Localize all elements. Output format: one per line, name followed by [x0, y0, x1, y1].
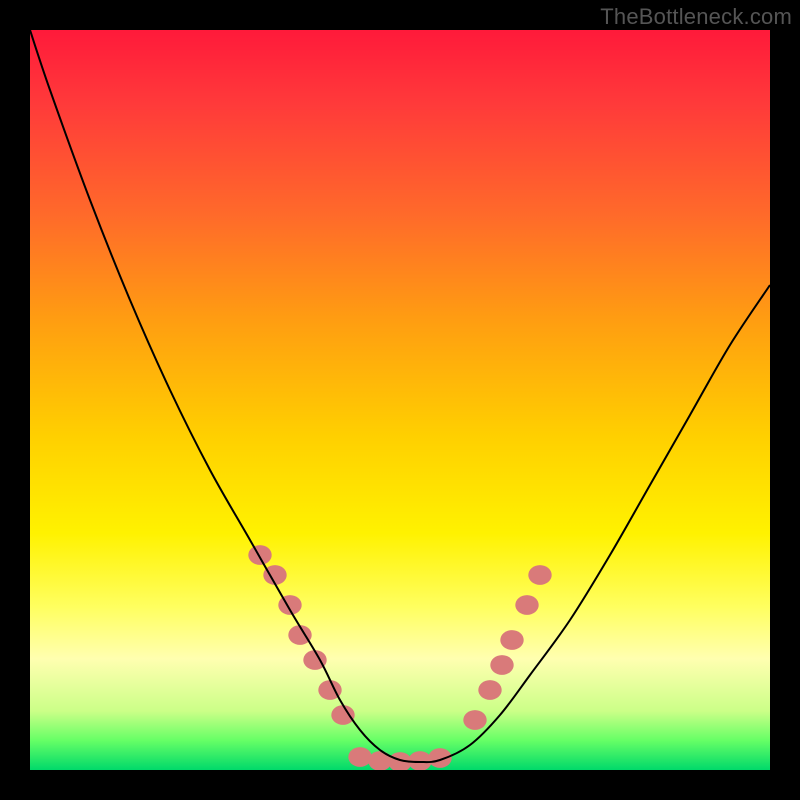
watermark-text: TheBottleneck.com — [600, 4, 792, 30]
data-marker — [248, 545, 271, 565]
data-marker — [478, 680, 501, 700]
data-marker — [331, 705, 354, 725]
data-markers — [248, 545, 551, 770]
plot-area — [30, 30, 770, 770]
data-marker — [348, 747, 371, 767]
data-marker — [368, 751, 391, 770]
bottleneck-curve — [30, 30, 770, 762]
data-marker — [463, 710, 486, 730]
data-marker — [528, 565, 551, 585]
data-marker — [500, 630, 523, 650]
chart-svg — [30, 30, 770, 770]
data-marker — [408, 751, 431, 770]
data-marker — [515, 595, 538, 615]
data-marker — [490, 655, 513, 675]
outer-frame: TheBottleneck.com — [0, 0, 800, 800]
